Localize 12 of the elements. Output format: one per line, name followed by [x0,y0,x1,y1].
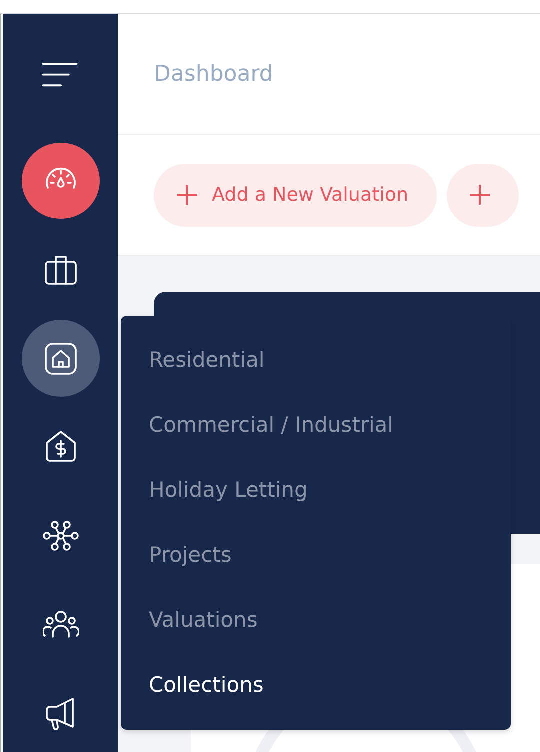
menu-item[interactable]: Projects [121,537,511,602]
menu-item[interactable]: Holiday Letting [121,472,511,537]
plus-icon [468,184,491,206]
menu-item[interactable]: Residential [121,342,511,407]
add-button[interactable]: Add a New Valuation [154,164,437,226]
menu-item[interactable]: Commercial / Industrial [121,407,511,472]
menu-icon[interactable] [42,62,78,88]
home-icon [42,340,78,376]
menu-item[interactable]: Collections [121,667,511,732]
plus-icon [176,184,198,206]
menu-item[interactable]: Valuations [121,602,511,667]
page-title: Dashboard [154,62,274,86]
